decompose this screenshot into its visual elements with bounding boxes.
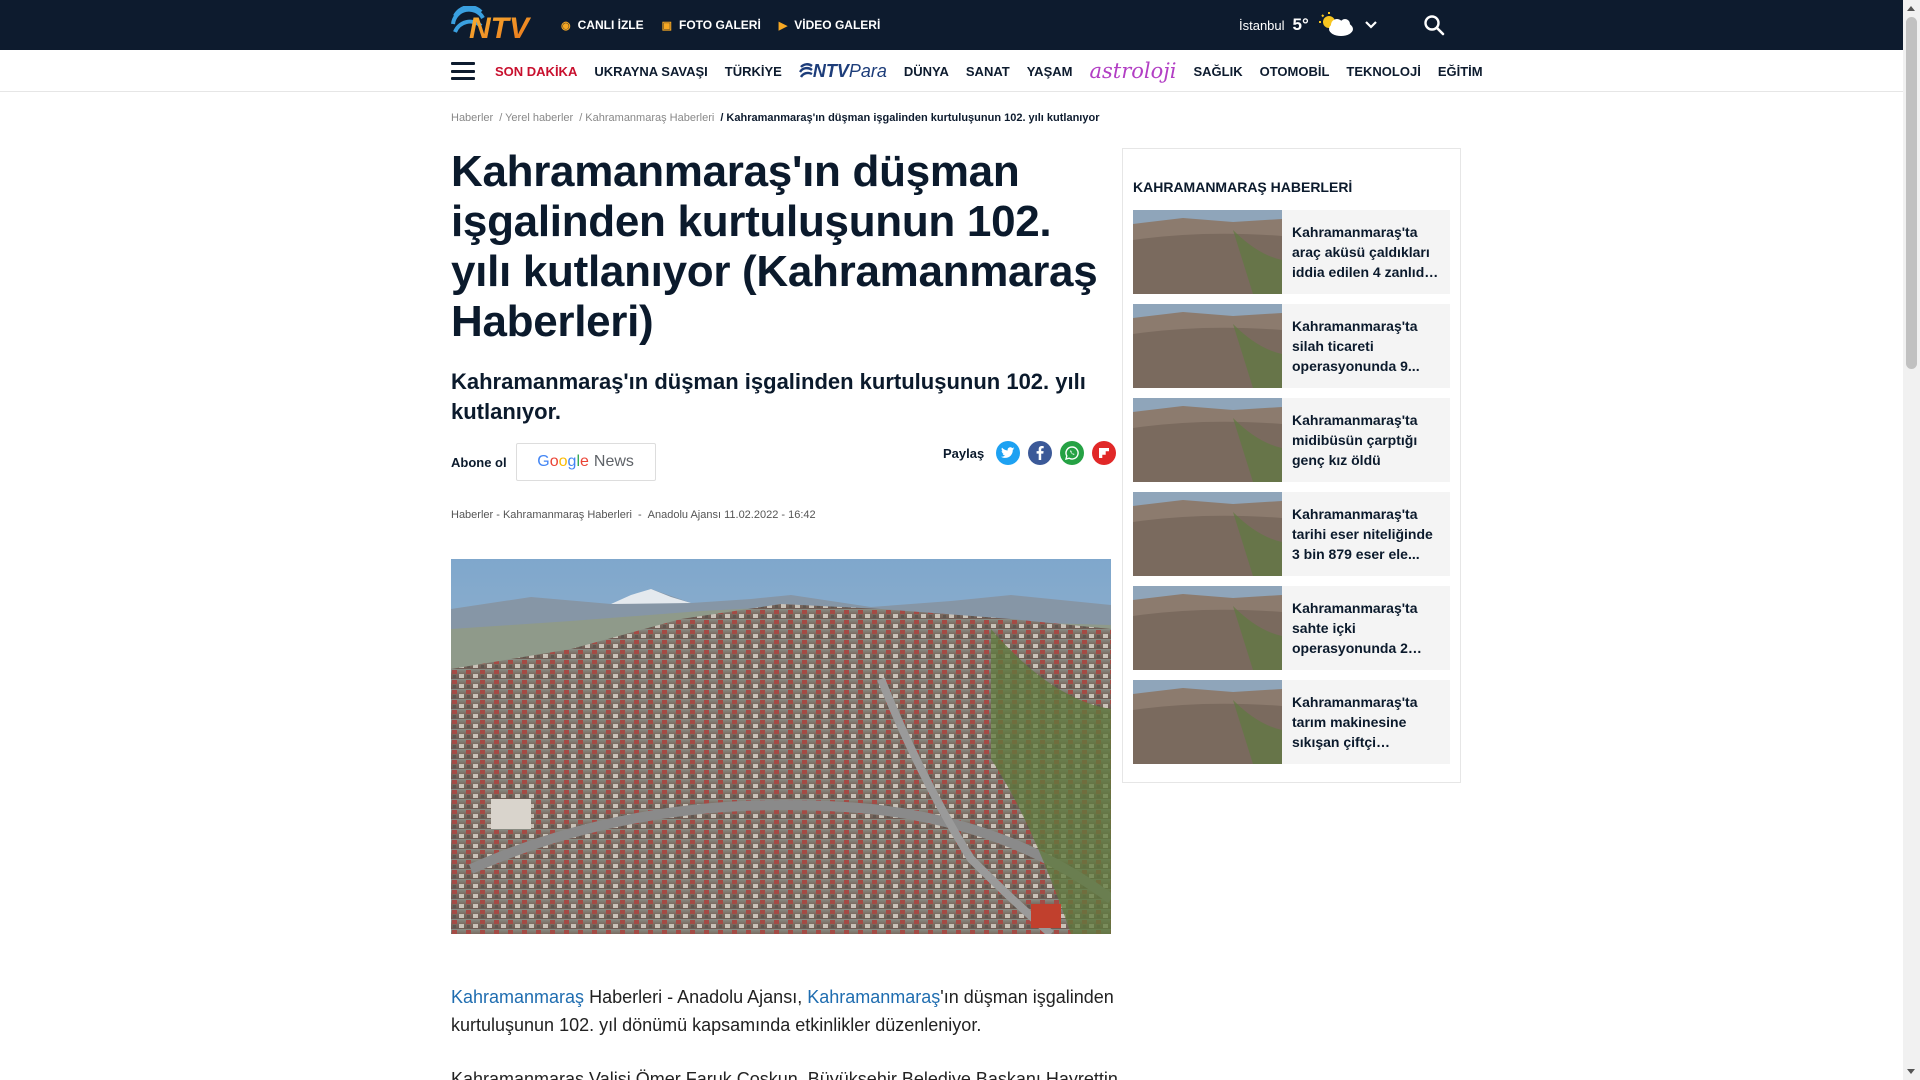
nav-otomobil[interactable]: OTOMOBİL bbox=[1260, 64, 1330, 79]
svg-text:NTV: NTV bbox=[469, 12, 532, 44]
top-links: ◉ CANLI İZLE ▣ FOTO GALERİ ▶ VİDEO GALER… bbox=[561, 0, 880, 50]
breadcrumb-kahramanmaras-haberleri[interactable]: / Kahramanmaraş Haberleri bbox=[579, 112, 714, 124]
weather-city: İstanbul bbox=[1239, 17, 1285, 33]
live-watch-link[interactable]: ◉ CANLI İZLE bbox=[561, 18, 644, 32]
search-icon[interactable] bbox=[1422, 13, 1446, 37]
sidebar-news-thumbnail bbox=[1133, 210, 1282, 294]
scrollbar-thumb[interactable] bbox=[1906, 17, 1917, 369]
sidebar-news-item[interactable]: Kahramanmaraş'ta tarım makinesine sıkışa… bbox=[1133, 680, 1450, 764]
sidebar-news-title: Kahramanmaraş'ta sahte içki operasyonund… bbox=[1292, 600, 1418, 656]
nav-astroloji-logo[interactable]: astroloji bbox=[1089, 59, 1176, 83]
gnews-letter: o bbox=[549, 453, 559, 470]
nav-son-dakika[interactable]: SON DAKİKA bbox=[495, 64, 577, 79]
sidebar-news-item[interactable]: Kahramanmaraş'ta silah ticareti operasyo… bbox=[1133, 304, 1450, 388]
video-gallery-label: VİDEO GALERİ bbox=[794, 18, 881, 32]
meta-separator: - bbox=[637, 509, 642, 521]
gnews-letter: G bbox=[537, 453, 550, 470]
page-scrollbar[interactable] bbox=[1903, 0, 1920, 1080]
article-headline: Kahramanmaraş'ın düşman işgalinden kurtu… bbox=[451, 147, 1098, 346]
breadcrumb-yerel-haberler[interactable]: / Yerel haberler bbox=[499, 112, 573, 124]
article-body-paragraph-1: Kahramanmaraş Haberleri - Anadolu Ajansı… bbox=[451, 983, 1121, 1039]
sidebar-news-thumbnail bbox=[1133, 304, 1282, 388]
video-gallery-link[interactable]: ▶ VİDEO GALERİ bbox=[779, 18, 880, 32]
top-bar: NTV ◉ CANLI İZLE ▣ FOTO GALERİ ▶ VİDEO G… bbox=[0, 0, 1903, 50]
nav-ukrayna-savasi[interactable]: UKRAYNA SAVAŞI bbox=[594, 64, 707, 79]
breadcrumb-current: / Kahramanmaraş'ın düşman işgalinden kur… bbox=[720, 112, 1100, 124]
body-text-1: Haberleri - Anadolu Ajansı, bbox=[584, 987, 808, 1007]
sidebar-news-title: Kahramanmaraş'ta silah ticareti operasyo… bbox=[1292, 318, 1420, 374]
whatsapp-icon[interactable] bbox=[1060, 441, 1085, 465]
partly-cloudy-icon bbox=[1318, 12, 1353, 36]
sidebar-news-thumbnail bbox=[1133, 680, 1282, 764]
nav-turkiye[interactable]: TÜRKİYE bbox=[725, 64, 782, 79]
nav-ntvpara-logo[interactable]: NTV Para bbox=[798, 60, 887, 82]
related-news-sidebar: KAHRAMANMARAŞ HABERLERİ Kahramanmaraş'ta… bbox=[1122, 148, 1461, 783]
breadcrumb: Haberler / Yerel haberler / Kahramanmara… bbox=[451, 112, 1099, 124]
subscribe-area: Abone ol Go o g l e News bbox=[451, 443, 656, 481]
photo-gallery-label: FOTO GALERİ bbox=[679, 18, 761, 32]
nav-dunya[interactable]: DÜNYA bbox=[904, 64, 949, 79]
sidebar-news-title: Kahramanmaraş'ta tarihi eser niteliğinde… bbox=[1292, 506, 1433, 562]
meta-source-date: Anadolu Ajansı 11.02.2022 - 16:42 bbox=[647, 509, 816, 521]
nav-egitim[interactable]: EĞİTİM bbox=[1438, 64, 1483, 79]
gnews-news-word: News bbox=[593, 453, 634, 470]
sidebar-news-thumbnail bbox=[1133, 398, 1282, 482]
sidebar-news-thumbnail bbox=[1133, 492, 1282, 576]
ntvpara-ntv: NTV bbox=[812, 60, 849, 81]
sidebar-news-title: Kahramanmaraş'ta midibüsün çarptığı genç… bbox=[1292, 412, 1418, 468]
main-nav: SON DAKİKA UKRAYNA SAVAŞI TÜRKİYE NTV Par… bbox=[0, 50, 1903, 92]
meta-category[interactable]: Haberler - Kahramanmaraş Haberleri bbox=[451, 509, 632, 521]
chevron-down-icon[interactable] bbox=[1363, 17, 1379, 33]
body-link-kahramanmaras-2[interactable]: Kahramanmaraş bbox=[807, 987, 940, 1007]
share-label: Paylaş bbox=[943, 445, 985, 461]
live-circle-icon: ◉ bbox=[561, 19, 571, 32]
nav-sanat[interactable]: SANAT bbox=[966, 64, 1010, 79]
nav-yasam[interactable]: YAŞAM bbox=[1027, 64, 1073, 79]
sidebar-news-item[interactable]: Kahramanmaraş'ta midibüsün çarptığı genç… bbox=[1133, 398, 1450, 482]
subscribe-label: Abone ol bbox=[451, 454, 507, 470]
body-link-kahramanmaras-1[interactable]: Kahramanmaraş bbox=[451, 987, 584, 1007]
article-spot: Kahramanmaraş'ın düşman işgalinden kurtu… bbox=[451, 369, 1086, 424]
sidebar-news-item[interactable]: Kahramanmaraş'ta tarihi eser niteliğinde… bbox=[1133, 492, 1450, 576]
nav-saglik[interactable]: SAĞLIK bbox=[1193, 64, 1242, 79]
sidebar-news-thumbnail bbox=[1133, 586, 1282, 670]
breadcrumb-haberler[interactable]: Haberler bbox=[451, 112, 493, 124]
gnews-letter: o bbox=[558, 453, 568, 470]
flipboard-icon[interactable] bbox=[1092, 441, 1117, 465]
google-news-button[interactable]: Go o g l e News bbox=[515, 443, 656, 481]
ntv-logo[interactable]: NTV bbox=[451, 6, 543, 44]
ntvpara-para: Para bbox=[848, 60, 887, 81]
twitter-icon[interactable] bbox=[996, 441, 1021, 465]
sidebar-news-title: Kahramanmaraş'ta tarım makinesine sıkışa… bbox=[1292, 694, 1418, 750]
article-body-paragraph-2: Kahramanmaraş Valisi Ömer Faruk Coşkun, … bbox=[451, 1069, 1118, 1080]
weather-widget[interactable]: İstanbul 5° bbox=[1239, 0, 1379, 50]
weather-temp: 5° bbox=[1292, 15, 1309, 34]
sidebar-news-item[interactable]: Kahramanmaraş'ta araç aküsü çaldıkları i… bbox=[1133, 210, 1450, 294]
nav-teknoloji[interactable]: TEKNOLOJİ bbox=[1346, 64, 1420, 79]
gnews-letter: e bbox=[580, 453, 589, 470]
article-meta: Haberler - Kahramanmaraş Haberleri - Ana… bbox=[451, 509, 816, 521]
sidebar-news-title: Kahramanmaraş'ta araç aküsü çaldıkları i… bbox=[1292, 224, 1441, 280]
gnews-letter: g bbox=[567, 453, 577, 470]
sidebar-news-item[interactable]: Kahramanmaraş'ta sahte içki operasyonund… bbox=[1133, 586, 1450, 670]
scroll-up-arrow-icon[interactable] bbox=[1907, 6, 1915, 11]
live-watch-label: CANLI İZLE bbox=[577, 18, 644, 32]
photo-gallery-link[interactable]: ▣ FOTO GALERİ bbox=[662, 18, 761, 32]
photo-gallery-icon: ▣ bbox=[661, 19, 673, 32]
article-hero-image bbox=[451, 559, 1111, 934]
hamburger-menu-icon[interactable] bbox=[451, 62, 475, 80]
share-bar: Paylaş bbox=[943, 441, 1117, 465]
sidebar-title: KAHRAMANMARAŞ HABERLERİ bbox=[1133, 179, 1353, 195]
facebook-icon[interactable] bbox=[1028, 441, 1053, 465]
scroll-down-arrow-icon[interactable] bbox=[1907, 1069, 1915, 1074]
ntvpara-swoosh-icon bbox=[798, 63, 813, 78]
play-icon: ▶ bbox=[778, 19, 788, 32]
